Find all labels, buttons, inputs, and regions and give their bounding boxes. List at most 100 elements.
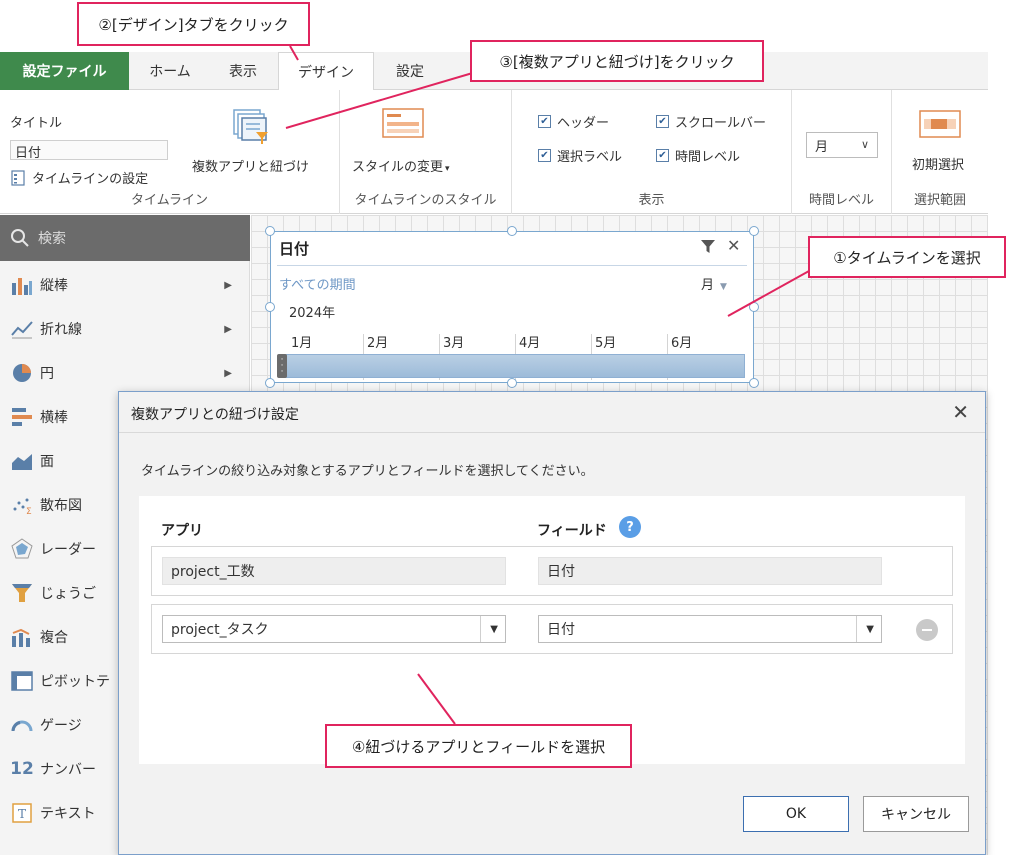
resize-handle[interactable]: [507, 226, 517, 236]
check-icon: ✔: [656, 115, 669, 128]
style-preview-icon: [382, 108, 424, 138]
cancel-button[interactable]: キャンセル: [863, 796, 969, 832]
select-separator: [480, 616, 481, 642]
timeline-level-select[interactable]: 月 ▼: [701, 274, 727, 293]
sidebar-item-label: テキスト: [40, 806, 96, 822]
filter-icon[interactable]: [701, 240, 715, 254]
chevron-down-icon: ▼: [720, 282, 727, 292]
checkbox-scrollbar[interactable]: ✔ スクロールバー: [656, 112, 766, 131]
sidebar-item-column[interactable]: 縦棒 ▶: [0, 263, 250, 307]
timeline-month: 3月: [443, 336, 465, 351]
timeline-month: 5月: [595, 336, 617, 351]
field-select[interactable]: 日付 ▼: [538, 615, 882, 643]
link-row: project_工数 日付: [151, 546, 953, 596]
tab-settings[interactable]: 設定: [378, 52, 442, 90]
sidebar-item-label: 円: [40, 366, 54, 382]
timeline-year: 2024年: [289, 306, 336, 321]
sidebar-item-label: 折れ線: [40, 322, 82, 338]
gauge-icon: [10, 713, 34, 737]
tab-home[interactable]: ホーム: [129, 52, 211, 90]
resize-handle[interactable]: [265, 378, 275, 388]
timeline-settings-icon: [11, 169, 25, 186]
timeline-widget[interactable]: 日付 ✕ すべての期間 月 ▼ 2024年 1月 2月 3月 4月 5月 6月 ·…: [270, 231, 754, 383]
combo-chart-icon: [10, 625, 34, 649]
ribbon-group-style: スタイルの変更 ▾ タイムラインのスタイル: [340, 90, 512, 214]
timeline-selection-bar[interactable]: [279, 354, 745, 378]
checkbox-selection-label-text: 選択ラベル: [557, 150, 623, 165]
radar-chart-icon: [10, 537, 34, 561]
sidebar-item-label: ピボットテ: [40, 674, 110, 690]
timeline-period: すべての期間: [279, 278, 356, 293]
multi-app-link-icon: [233, 109, 268, 144]
callout-step-4: ④紐づけるアプリとフィールドを選択: [325, 724, 632, 768]
check-icon: ✔: [538, 149, 551, 162]
resize-handle[interactable]: [265, 226, 275, 236]
sidebar-item-label: 縦棒: [40, 278, 68, 294]
tab-design[interactable]: デザイン: [278, 52, 374, 91]
sidebar-item-label: レーダー: [40, 542, 96, 558]
title-label: タイトル: [10, 116, 63, 131]
resize-handle[interactable]: [507, 378, 517, 388]
group-label-selection-range: 選択範囲: [913, 193, 966, 208]
multi-app-link-dialog: 複数アプリとの紐づけ設定 ✕ タイムラインの絞り込み対象とするアプリとフィールド…: [118, 391, 986, 855]
timeline-month: 4月: [519, 336, 541, 351]
checkbox-header[interactable]: ✔ ヘッダー: [538, 112, 609, 131]
time-level-select[interactable]: 月 ∨: [806, 132, 878, 158]
tab-view[interactable]: 表示: [211, 52, 275, 90]
scatter-chart-icon: Σ: [10, 493, 34, 517]
callout-step-3: ③[複数アプリと紐づけ]をクリック: [470, 40, 764, 82]
tab-file[interactable]: 設定ファイル: [0, 52, 129, 90]
remove-row-button[interactable]: [916, 619, 938, 641]
checkbox-time-level[interactable]: ✔ 時間レベル: [656, 146, 740, 165]
callout-step-2: ②[デザイン]タブをクリック: [77, 2, 310, 46]
app-readonly-field: project_工数: [162, 557, 506, 585]
bar-chart-icon: [10, 405, 34, 429]
checkbox-selection-label[interactable]: ✔ 選択ラベル: [538, 146, 622, 165]
callout-step-1: ①タイムラインを選択: [808, 236, 1006, 278]
pie-chart-icon: [10, 361, 34, 385]
app-select[interactable]: project_タスク ▼: [162, 615, 506, 643]
resize-handle[interactable]: [749, 302, 759, 312]
change-style-label: スタイルの変更: [352, 160, 444, 175]
resize-handle[interactable]: [265, 302, 275, 312]
drag-handle-icon[interactable]: · · ·: [277, 354, 287, 378]
initial-selection-icon: [919, 110, 961, 138]
text-icon: T: [10, 801, 34, 825]
chevron-right-icon: ▶: [224, 279, 232, 291]
resize-handle[interactable]: [749, 378, 759, 388]
initial-selection-button[interactable]: 初期選択: [900, 104, 980, 174]
chevron-right-icon: ▶: [224, 323, 232, 335]
timeline-settings-button[interactable]: タイムラインの設定: [10, 168, 148, 187]
sidebar-item-label: 複合: [40, 630, 68, 646]
change-style-button[interactable]: スタイルの変更 ▾: [352, 156, 450, 175]
timeline-title: 日付: [279, 240, 310, 258]
title-input[interactable]: 日付: [10, 140, 168, 161]
close-icon[interactable]: ✕: [952, 400, 969, 424]
pivot-table-icon: [10, 669, 34, 693]
sidebar-item-label: 横棒: [40, 410, 68, 426]
ribbon: タイトル 日付 タイムラインの設定 複数アプリと紐づけ タイムライン スタイルの…: [0, 90, 988, 214]
field-readonly-field: 日付: [538, 557, 882, 585]
ribbon-group-selection-range: 初期選択 選択範囲: [892, 90, 988, 214]
sidebar-item-line[interactable]: 折れ線 ▶: [0, 307, 250, 351]
dialog-instruction: タイムラインの絞り込み対象とするアプリとフィールドを選択してください。: [141, 464, 594, 479]
multi-app-link-label: 複数アプリと紐づけ: [192, 160, 310, 175]
column-header-field: フィールド: [537, 523, 607, 539]
help-icon[interactable]: ?: [619, 516, 641, 538]
group-label-timeline: タイムライン: [130, 193, 209, 208]
search-input[interactable]: 検索: [0, 215, 250, 261]
search-placeholder: 検索: [38, 231, 66, 247]
sidebar-item-label: じょうご: [40, 586, 96, 602]
ok-button[interactable]: OK: [743, 796, 849, 832]
link-row: project_タスク ▼ 日付 ▼: [151, 604, 953, 654]
area-chart-icon: [10, 449, 34, 473]
checkbox-header-label: ヘッダー: [557, 116, 610, 131]
dialog-title: 複数アプリとの紐づけ設定: [131, 407, 299, 423]
sidebar-item-pie[interactable]: 円 ▶: [0, 351, 250, 395]
resize-handle[interactable]: [749, 226, 759, 236]
multi-app-link-button[interactable]: 複数アプリと紐づけ: [190, 104, 320, 178]
close-icon[interactable]: ✕: [727, 236, 740, 255]
app-select-value: project_タスク: [171, 622, 269, 638]
chevron-down-icon: ▾: [445, 164, 450, 174]
group-label-display: 表示: [638, 193, 665, 208]
